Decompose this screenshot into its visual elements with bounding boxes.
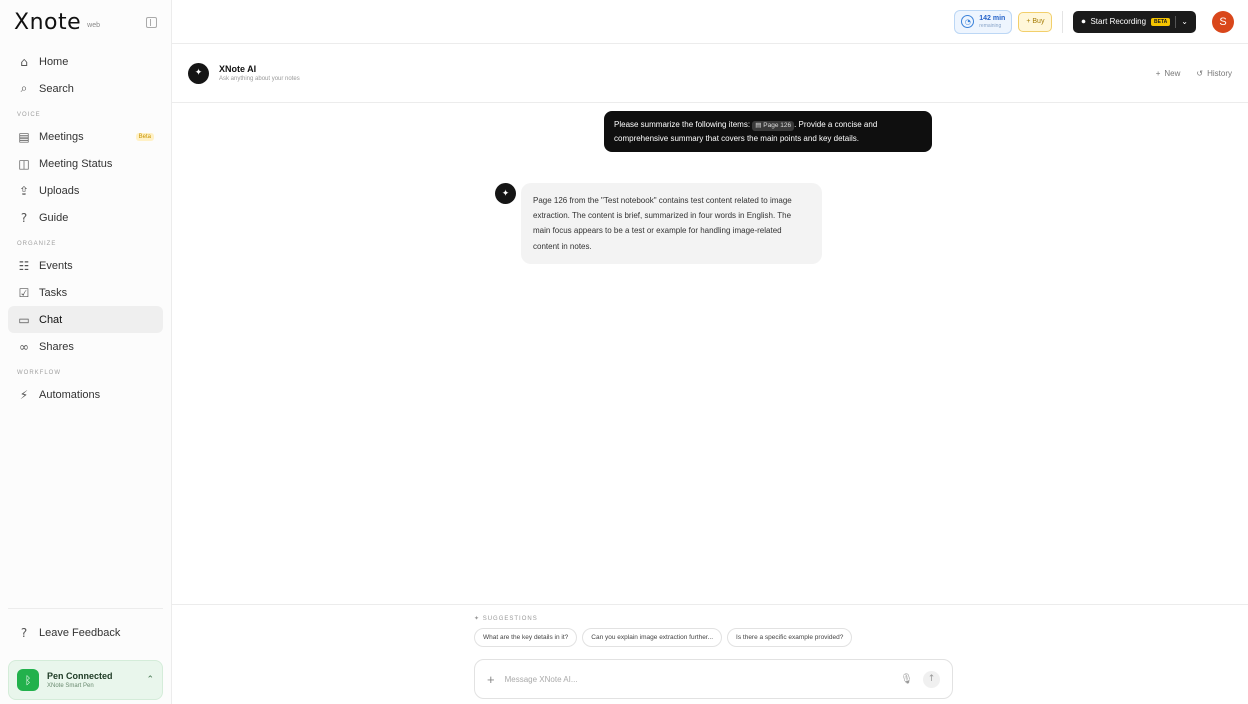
suggestion-chip[interactable]: What are the key details in it? (474, 628, 578, 647)
sidebar-nav: ⌂ Home ⌕ Search VOICE ▤ Meetings Beta ◫ … (0, 44, 171, 412)
sidebar-item-shares[interactable]: ∞ Shares (8, 333, 163, 360)
section-label-organize: ORGANIZE (17, 241, 57, 247)
divider (1175, 15, 1177, 28)
record-icon: ⏺ (1081, 16, 1086, 26)
top-bar: ◔ 142 min remaining + Buy ⏺ Start Record… (172, 0, 1248, 44)
chat-header-actions: + New ↺ History (1156, 69, 1232, 78)
chat-header: ✦ XNote AI Ask anything about your notes… (172, 44, 1248, 103)
clipboard-icon: ◫ (18, 156, 30, 171)
sidebar-item-label: Meeting Status (39, 157, 113, 170)
sidebar-item-label: Automations (39, 388, 101, 401)
upload-icon: ⇪ (18, 183, 30, 198)
sidebar-item-label: Search (39, 82, 74, 95)
sidebar-item-home[interactable]: ⌂ Home (8, 48, 163, 75)
logo-sub: web (87, 21, 100, 29)
checkbox-icon: ☑ (18, 285, 30, 300)
history-label: History (1207, 68, 1232, 78)
message-composer: + 🎙 ↑ (474, 659, 953, 699)
new-chat-label: New (1164, 68, 1181, 78)
logo: Xnote (14, 9, 82, 35)
divider (1062, 10, 1064, 33)
avatar[interactable]: S (1212, 10, 1234, 33)
start-recording-button[interactable]: ⏺ Start Recording BETA ⌄ (1073, 10, 1196, 33)
sidebar-item-tasks[interactable]: ☑ Tasks (8, 279, 163, 306)
lightning-icon: ⚡ (19, 387, 29, 402)
attach-plus-icon[interactable]: + (487, 672, 495, 687)
suggestions-label: ✦ SUGGESTIONS (474, 616, 538, 622)
sidebar-item-label: Meetings (39, 130, 84, 143)
chat-subtitle: Ask anything about your notes (219, 76, 300, 82)
minutes-remaining[interactable]: ◔ 142 min remaining (954, 9, 1013, 34)
user-message: Please summarize the following items: ▤ … (604, 111, 932, 152)
leave-feedback-button[interactable]: ? Leave Feedback (8, 615, 163, 650)
sidebar-item-label: Guide (39, 211, 69, 224)
clock-icon: ◔ (961, 15, 975, 28)
help-icon: ? (20, 625, 28, 640)
chat-icon: ▭ (18, 312, 30, 327)
pen-status-subtitle: XNote Smart Pen (47, 683, 94, 689)
sidebar-item-label: Shares (39, 340, 74, 353)
sidebar-item-label: Chat (39, 313, 63, 326)
ai-sparkle-icon: ✦ (188, 62, 209, 84)
microphone-icon[interactable]: 🎙 (900, 674, 913, 685)
send-button[interactable]: ↑ (923, 670, 940, 688)
ai-sparkle-icon: ✦ (495, 183, 516, 204)
sidebar-collapse-icon[interactable] (146, 16, 157, 28)
suggestion-chip[interactable]: Can you explain image extraction further… (582, 628, 723, 647)
page-icon: ▤ (755, 122, 762, 129)
sidebar: Xnote web ⌂ Home ⌕ Search VOICE ▤ Meetin… (0, 0, 172, 704)
assistant-message: Page 126 from the "Test notebook" contai… (521, 183, 822, 264)
search-icon: ⌕ (20, 81, 28, 95)
link-icon: ∞ (19, 339, 29, 354)
app-window: Xnote web ⌂ Home ⌕ Search VOICE ▤ Meetin… (0, 0, 1248, 704)
suggestions-list: What are the key details in it? Can you … (474, 628, 853, 647)
history-button[interactable]: ↺ History (1196, 69, 1232, 78)
sidebar-item-meetings[interactable]: ▤ Meetings Beta (8, 123, 163, 150)
chat-title: XNote AI (219, 64, 257, 74)
sidebar-item-meeting-status[interactable]: ◫ Meeting Status (8, 150, 163, 177)
sidebar-item-label: Events (39, 259, 73, 272)
feedback-label: Leave Feedback (39, 626, 121, 639)
chevron-down-icon[interactable]: ⌄ (1181, 17, 1188, 26)
beta-badge: Beta (135, 132, 154, 141)
sidebar-item-label: Tasks (39, 286, 68, 299)
pen-status-card[interactable]: ᛒ Pen Connected XNote Smart Pen ⌃ (8, 660, 163, 700)
suggestions-label-text: SUGGESTIONS (482, 616, 538, 622)
sidebar-item-uploads[interactable]: ⇪ Uploads (8, 177, 163, 204)
sidebar-item-chat[interactable]: ▭ Chat (8, 306, 163, 333)
message-input[interactable] (504, 674, 891, 684)
section-label-voice: VOICE (17, 112, 41, 118)
pen-status-title: Pen Connected (47, 671, 113, 681)
brand: Xnote web (0, 0, 171, 44)
main-panel: ◔ 142 min remaining + Buy ⏺ Start Record… (172, 0, 1248, 704)
chevron-up-icon[interactable]: ⌃ (146, 675, 154, 685)
calendar-icon: ▤ (18, 129, 30, 144)
sidebar-item-guide[interactable]: ? Guide (8, 204, 163, 231)
help-icon: ? (20, 210, 28, 225)
sidebar-bottom: ? Leave Feedback ᛒ Pen Connected XNote S… (8, 608, 163, 704)
bluetooth-icon: ᛒ (17, 669, 39, 691)
user-message-text: Please summarize the following items: (614, 120, 751, 129)
section-label-workflow: WORKFLOW (17, 370, 61, 376)
page-reference-chip[interactable]: ▤ Page 126 (752, 121, 795, 131)
beta-badge: BETA (1151, 17, 1171, 26)
buy-button[interactable]: + Buy (1018, 11, 1053, 32)
suggestion-chip[interactable]: Is there a specific example provided? (727, 628, 853, 647)
composer-area: ✦ SUGGESTIONS What are the key details i… (172, 604, 1248, 704)
sidebar-item-label: Uploads (39, 184, 80, 197)
events-icon: ☷ (18, 258, 30, 273)
sidebar-item-label: Home (39, 55, 69, 68)
page-chip-label: Page 126 (763, 122, 792, 129)
sidebar-item-automations[interactable]: ⚡ Automations (8, 381, 163, 408)
sidebar-item-events[interactable]: ☷ Events (8, 252, 163, 279)
minutes-sub: remaining (979, 22, 1002, 29)
minutes-value: 142 min (979, 14, 1006, 22)
new-chat-button[interactable]: + New (1156, 69, 1181, 78)
home-icon: ⌂ (20, 54, 28, 69)
plus-icon: + (1155, 68, 1161, 78)
history-icon: ↺ (1196, 68, 1204, 78)
record-label: Start Recording (1090, 17, 1147, 26)
sidebar-item-search[interactable]: ⌕ Search (8, 75, 163, 102)
